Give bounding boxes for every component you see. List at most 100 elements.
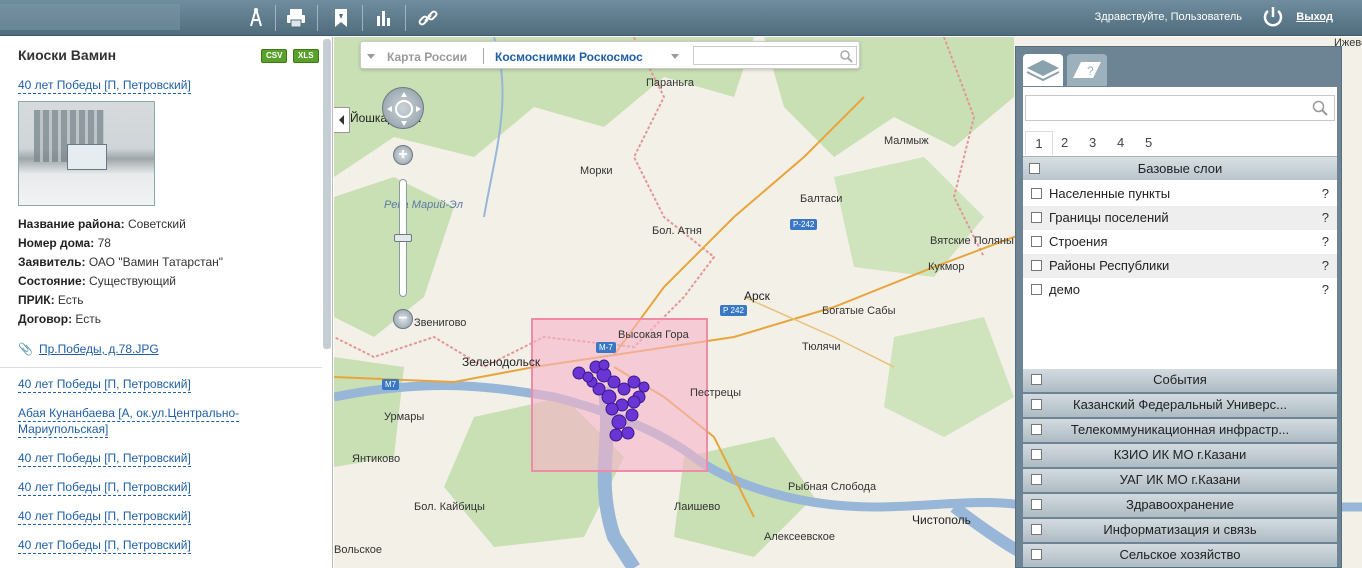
layer-checkbox[interactable] bbox=[1031, 236, 1042, 247]
selected-item-link[interactable]: 40 лет Победы [П, Петровский] bbox=[18, 78, 191, 94]
map-label: Кукмор bbox=[928, 261, 965, 273]
group-checkbox[interactable] bbox=[1031, 374, 1042, 385]
group-agriculture[interactable]: Сельское хозяйство bbox=[1023, 544, 1337, 567]
base-layer-roscosmos[interactable]: Космоснимки Роскосмос bbox=[495, 50, 643, 64]
map-label: Вольское bbox=[334, 544, 383, 556]
layer-row[interactable]: Районы Республики ? bbox=[1023, 254, 1337, 278]
link-icon[interactable] bbox=[412, 3, 444, 33]
page-3[interactable]: 3 bbox=[1089, 135, 1096, 150]
list-item[interactable]: 40 лет Победы [П, Петровский] bbox=[18, 480, 191, 496]
kiosk-photo[interactable] bbox=[18, 101, 155, 206]
layer-name: Районы Республики bbox=[1049, 258, 1170, 273]
power-icon[interactable] bbox=[1261, 5, 1285, 29]
property-prik: ПРИК: Есть bbox=[18, 293, 84, 307]
search-icon[interactable] bbox=[839, 49, 853, 63]
attachment-row: 📎 Пр.Победы, д.78.JPG bbox=[18, 342, 159, 356]
layer-row[interactable]: Строения ? bbox=[1023, 230, 1337, 254]
group-checkbox[interactable] bbox=[1031, 474, 1042, 485]
group-uag[interactable]: УАГ ИК МО г.Казани bbox=[1023, 469, 1337, 492]
chevron-left-icon bbox=[338, 115, 344, 125]
group-checkbox[interactable] bbox=[1031, 549, 1042, 560]
map-label: Урмары bbox=[384, 411, 425, 423]
help-icon[interactable]: ? bbox=[1322, 206, 1329, 230]
group-events[interactable]: События bbox=[1023, 369, 1337, 392]
map-label: Бол. Кайбицы bbox=[414, 501, 485, 513]
help-icon[interactable]: ? bbox=[1322, 278, 1329, 302]
zoom-slider-thumb[interactable] bbox=[394, 234, 412, 242]
logout-link[interactable]: Выход bbox=[1296, 11, 1333, 23]
map-label: Пестрецы bbox=[690, 387, 742, 399]
bookmark-icon[interactable] bbox=[325, 3, 357, 33]
list-item[interactable]: Мариупольская] bbox=[18, 422, 109, 438]
group-checkbox[interactable] bbox=[1031, 424, 1042, 435]
group-checkbox[interactable] bbox=[1031, 499, 1042, 510]
base-layer-russia-map[interactable]: Карта России bbox=[387, 50, 467, 64]
help-icon[interactable]: ? bbox=[1322, 182, 1329, 206]
tab-legend[interactable]: ? bbox=[1067, 54, 1107, 86]
layer-pages: 1 2 3 4 5 bbox=[1025, 131, 1335, 155]
zoom-in-button[interactable]: + bbox=[393, 145, 413, 165]
list-item[interactable]: Абая Кунанбаева [А, ок.ул.Центрально- bbox=[18, 406, 240, 422]
layer-row[interactable]: демо ? bbox=[1023, 278, 1337, 302]
attachment-link[interactable]: Пр.Победы, д.78.JPG bbox=[39, 342, 159, 356]
chevron-down-icon[interactable] bbox=[671, 54, 679, 59]
tab-layers[interactable] bbox=[1023, 54, 1063, 86]
list-item[interactable]: 40 лет Победы [П, Петровский] bbox=[18, 509, 191, 525]
compass-icon[interactable] bbox=[240, 3, 272, 33]
page-2[interactable]: 2 bbox=[1061, 135, 1068, 150]
pan-control[interactable] bbox=[382, 87, 424, 129]
group-checkbox[interactable] bbox=[1029, 163, 1040, 174]
layer-checkbox[interactable] bbox=[1031, 284, 1042, 295]
layer-search-input[interactable] bbox=[1025, 95, 1335, 121]
property-state: Состояние: Существующий bbox=[18, 274, 177, 288]
list-item[interactable]: 40 лет Победы [П, Петровский] bbox=[18, 538, 191, 554]
xls-export-button[interactable]: XLS bbox=[293, 49, 319, 63]
group-base-layers[interactable]: Базовые слои bbox=[1023, 156, 1337, 180]
page-5[interactable]: 5 bbox=[1145, 135, 1152, 150]
group-checkbox[interactable] bbox=[1031, 524, 1042, 535]
search-icon[interactable] bbox=[1312, 100, 1328, 116]
layer-row[interactable]: Границы поселений ? bbox=[1023, 206, 1337, 230]
map-label: Лаишево bbox=[674, 501, 721, 513]
road-shield: М7 bbox=[382, 379, 400, 390]
collapse-panel-button[interactable] bbox=[334, 107, 350, 133]
chevron-down-icon[interactable] bbox=[367, 54, 375, 59]
group-healthcare[interactable]: Здравоохранение bbox=[1023, 494, 1337, 517]
group-it[interactable]: Информатизация и связь bbox=[1023, 519, 1337, 542]
panel-scrollbar[interactable] bbox=[323, 39, 331, 349]
toolbar-separator bbox=[275, 5, 276, 31]
toolbar-separator bbox=[317, 5, 318, 31]
group-kfu[interactable]: Казанский Федеральный Универс... bbox=[1023, 394, 1337, 417]
group-checkbox[interactable] bbox=[1031, 399, 1042, 410]
road-shield: Р-242 bbox=[790, 219, 818, 230]
group-checkbox[interactable] bbox=[1031, 449, 1042, 460]
help-icon[interactable]: ? bbox=[1322, 254, 1329, 278]
group-telecom[interactable]: Телекоммуникационная инфрастр... bbox=[1023, 419, 1337, 442]
layer-name: Населенные пункты bbox=[1049, 186, 1171, 201]
page-4[interactable]: 4 bbox=[1117, 135, 1124, 150]
layer-checkbox[interactable] bbox=[1031, 260, 1042, 271]
group-kzio[interactable]: КЗИО ИК МО г.Казани bbox=[1023, 444, 1337, 467]
top-toolbar: Здравствуйте, Пользователь Выход bbox=[0, 0, 1362, 36]
list-item[interactable]: 40 лет Победы [П, Петровский] bbox=[18, 377, 191, 393]
csv-export-button[interactable]: CSV bbox=[261, 49, 288, 63]
layer-row[interactable]: Населенные пункты ? bbox=[1023, 182, 1337, 206]
help-icon[interactable]: ? bbox=[1322, 230, 1329, 254]
zoom-out-button[interactable]: − bbox=[393, 309, 413, 329]
layer-name: Границы поселений bbox=[1049, 210, 1169, 225]
layer-checkbox[interactable] bbox=[1031, 188, 1042, 199]
layer-name: демо bbox=[1049, 282, 1080, 297]
print-icon[interactable] bbox=[280, 3, 312, 33]
layer-checkbox[interactable] bbox=[1031, 212, 1042, 223]
legend-icon: ? bbox=[1073, 62, 1101, 78]
list-item[interactable]: 40 лет Победы [П, Петровский] bbox=[18, 451, 191, 467]
map-label: Богатые Сабы bbox=[822, 305, 896, 317]
page-1[interactable]: 1 bbox=[1025, 131, 1053, 155]
map-label: Рыбная Слобода bbox=[788, 481, 877, 493]
map-search-input[interactable] bbox=[693, 46, 857, 65]
chart-icon[interactable] bbox=[368, 3, 400, 33]
property-house-number: Номер дома: 78 bbox=[18, 236, 111, 250]
property-applicant: Заявитель: ОАО "Вамин Татарстан" bbox=[18, 255, 224, 269]
paperclip-icon: 📎 bbox=[18, 342, 33, 356]
map-label: Балтаси bbox=[800, 193, 843, 205]
